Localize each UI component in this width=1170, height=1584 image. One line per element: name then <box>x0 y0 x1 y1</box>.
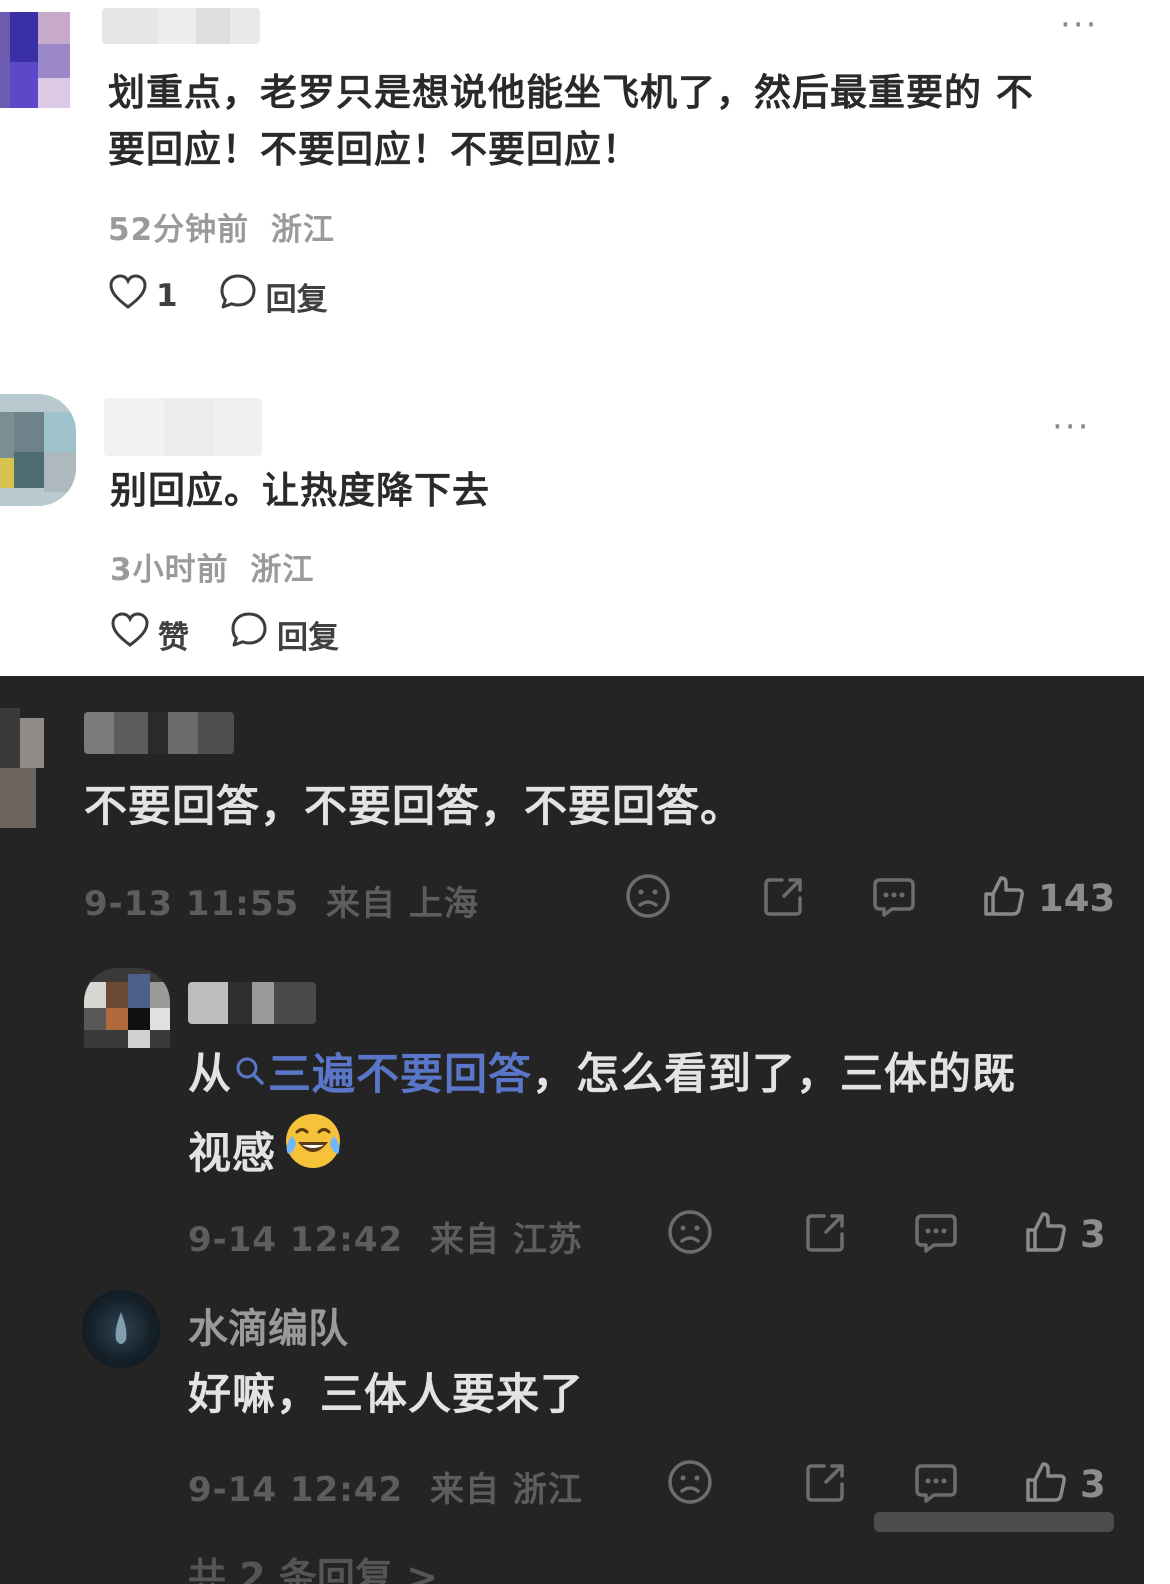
username-blurred[interactable] <box>102 8 260 44</box>
reply-text: 从三遍不要回答，怎么看到了，三体的既 <box>188 1038 1016 1116</box>
reply-text: 好嘛，三体人要来了 <box>188 1370 584 1420</box>
more-options-button[interactable]: ··· <box>1052 410 1090 444</box>
comment-date: 9-13 11:55 <box>84 884 300 924</box>
share-button[interactable] <box>760 872 808 924</box>
reply-button[interactable]: 回复 <box>229 610 339 658</box>
page-edge <box>1144 676 1170 1584</box>
comment-bubble-icon <box>912 1458 960 1510</box>
avatar[interactable] <box>82 1290 160 1368</box>
laughing-crying-emoji-icon <box>282 1110 344 1193</box>
comment-meta: 9-13 11:55 来自 上海 <box>84 876 479 925</box>
heart-icon <box>110 611 150 657</box>
light-comment-section: ··· 划重点，老罗只是想说他能坐飞机了，然后最重要的 不 要回应！不要回应！不… <box>0 0 1170 676</box>
username-blurred[interactable] <box>188 982 316 1024</box>
reply-text-prefix: 从 <box>188 1049 232 1100</box>
reply-label: 回复 <box>277 619 339 656</box>
reply-button[interactable] <box>870 872 918 924</box>
search-link[interactable]: 三遍不要回答 <box>232 1050 532 1100</box>
username-blurred[interactable] <box>84 712 234 754</box>
like-button[interactable]: 1 <box>108 273 178 319</box>
like-button[interactable]: 赞 <box>110 611 189 657</box>
comment-time: 52分钟前 <box>108 212 250 248</box>
comment-text: 要回应！不要回应！不要回应！ <box>108 128 640 171</box>
share-icon <box>802 1458 850 1510</box>
reply-text: 视感 <box>188 1110 344 1203</box>
sad-face-icon <box>666 1458 714 1510</box>
comment-text: 别回应。让热度降下去 <box>110 469 490 512</box>
like-count: 1 <box>156 278 178 314</box>
search-icon <box>234 1038 266 1108</box>
share-icon <box>760 872 808 924</box>
speech-bubble-icon <box>229 610 269 658</box>
comment-actions: 143 <box>624 872 1115 924</box>
avatar[interactable] <box>0 708 44 828</box>
comment-time: 3小时前 <box>110 552 229 588</box>
like-count: 3 <box>1080 1212 1106 1256</box>
comment-meta: 3小时前 浙江 <box>110 544 314 589</box>
comment-bubble-icon <box>870 872 918 924</box>
comment-actions: 1 回复 <box>108 272 328 320</box>
view-more-replies-link[interactable]: 共 2 条回复 > <box>188 1546 438 1584</box>
reply-text-body: 视感 <box>188 1129 276 1179</box>
reply-button[interactable] <box>912 1208 960 1260</box>
thumbs-up-icon <box>980 872 1028 924</box>
avatar[interactable] <box>0 394 76 506</box>
reply-actions: 3 <box>666 1208 1106 1260</box>
sad-face-icon <box>666 1208 714 1260</box>
reply-actions: 3 <box>666 1458 1106 1510</box>
comment-actions: 赞 回复 <box>110 610 339 658</box>
comment-location: 浙江 <box>270 212 335 248</box>
comment-bubble-icon <box>912 1208 960 1260</box>
reply-location: 来自 江苏 <box>430 1220 583 1260</box>
thumbs-up-icon <box>1022 1208 1070 1260</box>
share-button[interactable] <box>802 1208 850 1260</box>
comment-location: 来自 上海 <box>326 884 479 924</box>
like-count: 143 <box>1038 876 1116 920</box>
comment-text: 不要回答，不要回答，不要回答。 <box>84 782 744 832</box>
reply-text-body: ，怎么看到了，三体的既 <box>532 1049 1016 1100</box>
dark-comment-section: 不要回答，不要回答，不要回答。 9-13 11:55 来自 上海 143 从 三… <box>0 676 1144 1584</box>
reply-location: 来自 浙江 <box>430 1470 583 1510</box>
like-count: 3 <box>1080 1462 1106 1506</box>
reply-label: 回复 <box>265 281 328 318</box>
like-label: 赞 <box>158 619 189 656</box>
dislike-button[interactable] <box>624 872 672 924</box>
dislike-button[interactable] <box>666 1458 714 1510</box>
sad-face-icon <box>624 872 672 924</box>
heart-icon <box>108 273 148 319</box>
like-button[interactable]: 3 <box>1022 1208 1106 1260</box>
reply-meta: 9-14 12:42 来自 浙江 <box>188 1462 583 1511</box>
reply-button[interactable] <box>912 1458 960 1510</box>
share-button[interactable] <box>802 1458 850 1510</box>
share-icon <box>802 1208 850 1260</box>
like-button[interactable]: 143 <box>980 872 1115 924</box>
reply-date: 9-14 12:42 <box>188 1470 404 1510</box>
reply-username[interactable]: 水滴编队 <box>188 1296 348 1354</box>
reply-button[interactable]: 回复 <box>218 272 328 320</box>
comment-location: 浙江 <box>250 552 315 588</box>
water-drop-icon <box>112 1310 130 1352</box>
avatar[interactable] <box>0 12 70 108</box>
watermark <box>874 1504 1114 1540</box>
avatar[interactable] <box>84 968 170 1048</box>
like-button[interactable]: 3 <box>1022 1458 1106 1510</box>
more-options-button[interactable]: ··· <box>1060 8 1098 42</box>
speech-bubble-icon <box>218 272 258 320</box>
thumbs-up-icon <box>1022 1458 1070 1510</box>
comment-meta: 52分钟前 浙江 <box>108 204 335 249</box>
reply-meta: 9-14 12:42 来自 江苏 <box>188 1212 583 1261</box>
search-link-label: 三遍不要回答 <box>268 1049 532 1100</box>
dislike-button[interactable] <box>666 1208 714 1260</box>
username-blurred[interactable] <box>104 398 262 456</box>
comment-text: 划重点，老罗只是想说他能坐飞机了，然后最重要的 不 <box>108 71 1034 114</box>
reply-date: 9-14 12:42 <box>188 1220 404 1260</box>
